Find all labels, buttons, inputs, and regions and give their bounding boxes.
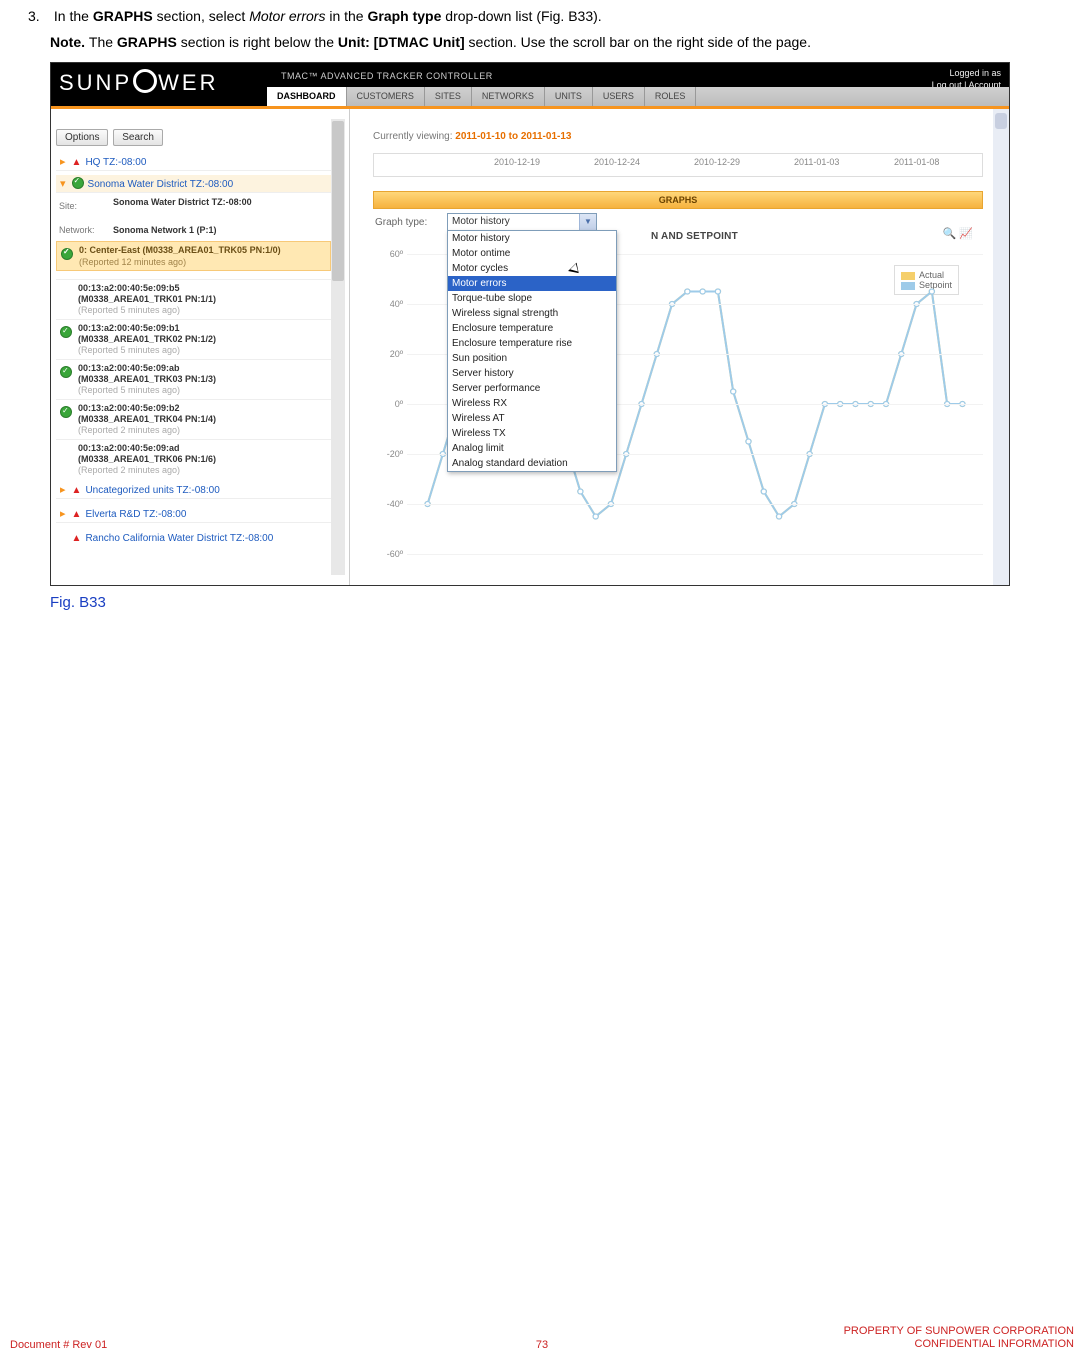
site-value: Sonoma Water District TZ:-08:00 [113,197,293,207]
options-button[interactable]: Options [56,129,108,146]
tab-units[interactable]: UNITS [545,87,593,106]
network-label: Network: [59,225,95,235]
tab-sites[interactable]: SITES [425,87,472,106]
instruction-note: Note. The GRAPHS section is right below … [50,34,1056,50]
dropdown-option[interactable]: Enclosure temperature [448,321,616,336]
graph-type-dropdown[interactable]: Motor history Motor ontime Motor cycles … [447,230,617,472]
tab-dashboard[interactable]: DASHBOARD [267,87,347,106]
logged-in-label: Logged in as [873,67,1001,79]
footer-conf: CONFIDENTIAL INFORMATION [915,1338,1075,1350]
chevron-down-icon[interactable]: ▼ [579,214,596,231]
main-scrollbar[interactable] [993,109,1009,585]
selected-unit[interactable]: 0: Center-East (M0338_AREA01_TRK05 PN:1/… [56,241,331,271]
graphs-section-header: GRAPHS [373,191,983,209]
dropdown-option[interactable]: Wireless RX [448,396,616,411]
dropdown-option[interactable]: Server performance [448,381,616,396]
logo: SUNPWER [59,69,218,96]
tab-customers[interactable]: CUSTOMERS [347,87,425,106]
search-button[interactable]: Search [113,129,163,146]
ok-icon [61,248,73,260]
nav-tabs: DASHBOARDCUSTOMERSSITESNETWORKSUNITSUSER… [267,87,1009,106]
figure-label: Fig. B33 [50,594,1056,611]
dropdown-option[interactable]: Wireless TX [448,426,616,441]
sidebar: Options Search ▲HQ TZ:-08:00 Sonoma Wate… [51,109,350,585]
network-value: Sonoma Network 1 (P:1) [113,225,217,235]
dropdown-option[interactable]: Server history [448,366,616,381]
unit-item[interactable]: 00:13:a2:00:40:5e:09:ad(M0338_AREA01_TRK… [56,439,331,479]
tree-row-hq[interactable]: ▲HQ TZ:-08:00 [56,153,331,171]
unit-item[interactable]: 00:13:a2:00:40:5e:09:b2(M0338_AREA01_TRK… [56,399,331,439]
app-title: TMAC™ ADVANCED TRACKER CONTROLLER [281,71,493,81]
ok-icon [72,177,84,189]
unit-item[interactable]: 00:13:a2:00:40:5e:09:b1(M0338_AREA01_TRK… [56,319,331,359]
ok-icon [60,366,72,378]
ok-icon [60,406,72,418]
dropdown-option[interactable]: Enclosure temperature rise [448,336,616,351]
dropdown-option[interactable]: Wireless AT [448,411,616,426]
dropdown-option[interactable]: Motor history [448,231,616,246]
tab-users[interactable]: USERS [593,87,645,106]
dropdown-option[interactable]: Analog standard deviation [448,456,616,471]
footer-owner: PROPERTY OF SUNPOWER CORPORATION [844,1325,1074,1337]
dropdown-option[interactable]: Analog limit [448,441,616,456]
dropdown-option[interactable]: Torque-tube slope [448,291,616,306]
sidebar-scrollbar[interactable] [331,119,345,575]
dropdown-option[interactable]: Motor cycles [448,261,616,276]
tree-row-uncat[interactable]: ▲Uncategorized units TZ:-08:00 [56,481,331,499]
dropdown-option-selected[interactable]: Motor errors [448,276,616,291]
ok-icon [60,326,72,338]
tree-row-sonoma[interactable]: Sonoma Water District TZ:-08:00 [56,175,331,193]
unit-item[interactable]: 00:13:a2:00:40:5e:09:ab(M0338_AREA01_TRK… [56,359,331,399]
instruction-step: 3. In the GRAPHS section, select Motor e… [28,8,1056,24]
dropdown-option[interactable]: Sun position [448,351,616,366]
unit-item[interactable]: 00:13:a2:00:40:5e:09:b5(M0338_AREA01_TRK… [56,279,331,319]
tab-roles[interactable]: ROLES [645,87,697,106]
tree-row-elverta[interactable]: ▲Elverta R&D TZ:-08:00 [56,505,331,523]
chart-toolbar[interactable]: 🔍 📈 [943,227,973,240]
dropdown-option[interactable]: Wireless signal strength [448,306,616,321]
viewing-range: Currently viewing: 2011-01-10 to 2011-01… [373,131,571,142]
tree-row-rancho[interactable]: ▲Rancho California Water District TZ:-08… [56,529,331,547]
graph-type-label: Graph type: [375,217,427,228]
date-selector[interactable]: 2010-12-19 2010-12-24 2010-12-29 2011-01… [373,153,983,177]
step-number: 3. [28,8,50,24]
screenshot: SUNPWER TMAC™ ADVANCED TRACKER CONTROLLE… [50,62,1010,586]
chart-title: N AND SETPOINT [651,231,738,242]
app-topbar: SUNPWER TMAC™ ADVANCED TRACKER CONTROLLE… [51,63,1009,106]
tab-networks[interactable]: NETWORKS [472,87,545,106]
site-label: Site: [59,201,77,211]
main-content: Currently viewing: 2011-01-10 to 2011-01… [351,109,993,585]
mouse-cursor-icon [571,264,585,282]
dropdown-option[interactable]: Motor ontime [448,246,616,261]
